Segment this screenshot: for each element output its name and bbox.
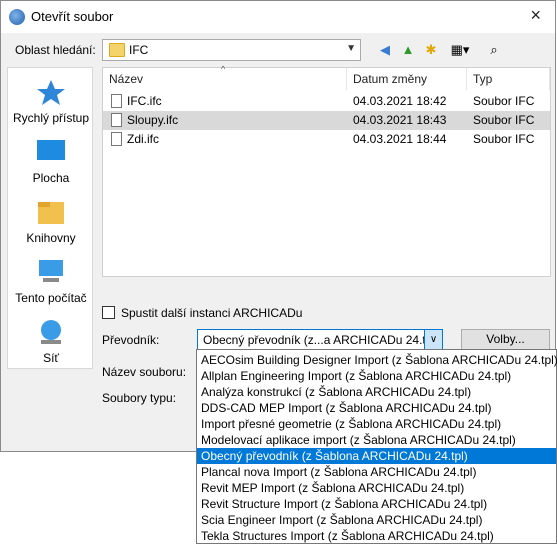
converter-value: Obecný převodník (z...a ARCHICADu 24.tpl… [203,333,440,347]
up-folder-icon[interactable]: ▲ [399,41,417,59]
file-date: 04.03.2021 18:44 [353,132,447,146]
file-icon [111,132,122,146]
place-libraries[interactable]: Knihovny [8,198,94,245]
new-folder-icon[interactable]: ✱ [422,41,440,59]
file-date: 04.03.2021 18:42 [353,94,447,108]
converter-option-selected[interactable]: Obecný převodník (z Šablona ARCHICADu 24… [197,448,556,464]
back-icon[interactable]: ◀ [376,41,394,59]
lookin-value: IFC [129,43,149,57]
converter-label: Převodník: [102,333,160,347]
computer-icon [39,260,63,282]
place-this-pc[interactable]: Tento počítač [8,258,94,305]
title-bar: Otevřít soubor × [1,1,555,33]
converter-option[interactable]: Allplan Engineering Import (z Šablona AR… [197,368,556,384]
converter-option[interactable]: Import přesné geometrie (z Šablona ARCHI… [197,416,556,432]
file-date: 04.03.2021 18:43 [353,113,447,127]
filetype-label: Soubory typu: [102,391,177,405]
places-bar: Rychlý přístup Plocha Knihovny Tento poč… [7,67,93,369]
file-icon [111,94,122,108]
chevron-down-icon: ▼ [346,43,356,54]
place-label: Rychlý přístup [12,111,90,125]
new-instance-label: Spustit další instanci ARCHICADu [121,306,303,320]
file-icon [111,113,122,127]
file-row-selected[interactable]: Sloupy.ifc 04.03.2021 18:43 Soubor IFC [103,111,550,130]
view-menu-icon[interactable]: ▦▾ [447,41,473,59]
converter-option[interactable]: Revit Structure Import (z Šablona ARCHIC… [197,496,556,512]
converter-option[interactable]: Revit MEP Import (z Šablona ARCHICADu 24… [197,480,556,496]
converter-select[interactable]: Obecný převodník (z...a ARCHICADu 24.tpl… [197,329,443,350]
place-network[interactable]: Síť [8,318,94,365]
converter-option[interactable]: Analýza konstrukcí (z Šablona ARCHICADu … [197,384,556,400]
converter-option[interactable]: Tekla Structures Import (z Šablona ARCHI… [197,528,556,544]
place-desktop[interactable]: Plocha [8,138,94,185]
converter-dropdown-list: AECOsim Building Designer Import (z Šabl… [196,349,557,544]
converter-option[interactable]: DDS-CAD MEP Import (z Šablona ARCHICADu … [197,400,556,416]
options-button[interactable]: Volby... [461,329,550,350]
file-list: Název ^ Datum změny Typ IFC.ifc 04.03.20… [102,64,551,277]
column-header-date[interactable]: Datum změny [347,68,467,90]
place-label: Síť [43,351,59,365]
sort-ascending-icon: ^ [221,64,226,74]
file-type: Soubor IFC [473,132,535,146]
place-label: Tento počítač [15,291,87,305]
file-name: Sloupy.ifc [127,113,179,127]
network-icon [41,320,61,344]
place-quick-access[interactable]: Rychlý přístup [8,78,94,125]
window-title: Otevřít soubor [31,9,114,24]
converter-option[interactable]: Plancal nova Import (z Šablona ARCHICADu… [197,464,556,480]
file-row[interactable]: IFC.ifc 04.03.2021 18:42 Soubor IFC [103,92,550,111]
new-instance-checkbox[interactable] [102,306,115,319]
lookin-select[interactable]: IFC ▼ [102,39,361,61]
file-type: Soubor IFC [473,94,535,108]
converter-option[interactable]: AECOsim Building Designer Import (z Šabl… [197,352,557,368]
star-icon [37,80,65,105]
place-label: Knihovny [26,231,76,245]
close-icon[interactable]: × [530,5,541,26]
archicad-icon [9,9,25,25]
file-name: IFC.ifc [127,94,162,108]
place-label: Plocha [32,171,70,185]
preview-icon[interactable]: ⌕ [485,41,503,59]
file-row[interactable]: Zdi.ifc 04.03.2021 18:44 Soubor IFC [103,130,550,149]
converter-option[interactable]: Scia Engineer Import (z Šablona ARCHICAD… [197,512,556,528]
folder-icon [109,43,125,57]
file-type: Soubor IFC [473,113,535,127]
filename-label: Název souboru: [102,365,187,379]
file-name: Zdi.ifc [127,132,160,146]
desktop-icon [37,140,65,160]
lookin-label: Oblast hledání: [15,43,96,57]
libraries-icon [38,202,64,224]
column-header-type[interactable]: Typ [467,68,550,90]
chevron-down-icon[interactable]: ∨ [424,330,442,349]
converter-option[interactable]: Modelovací aplikace import (z Šablona AR… [197,432,556,448]
